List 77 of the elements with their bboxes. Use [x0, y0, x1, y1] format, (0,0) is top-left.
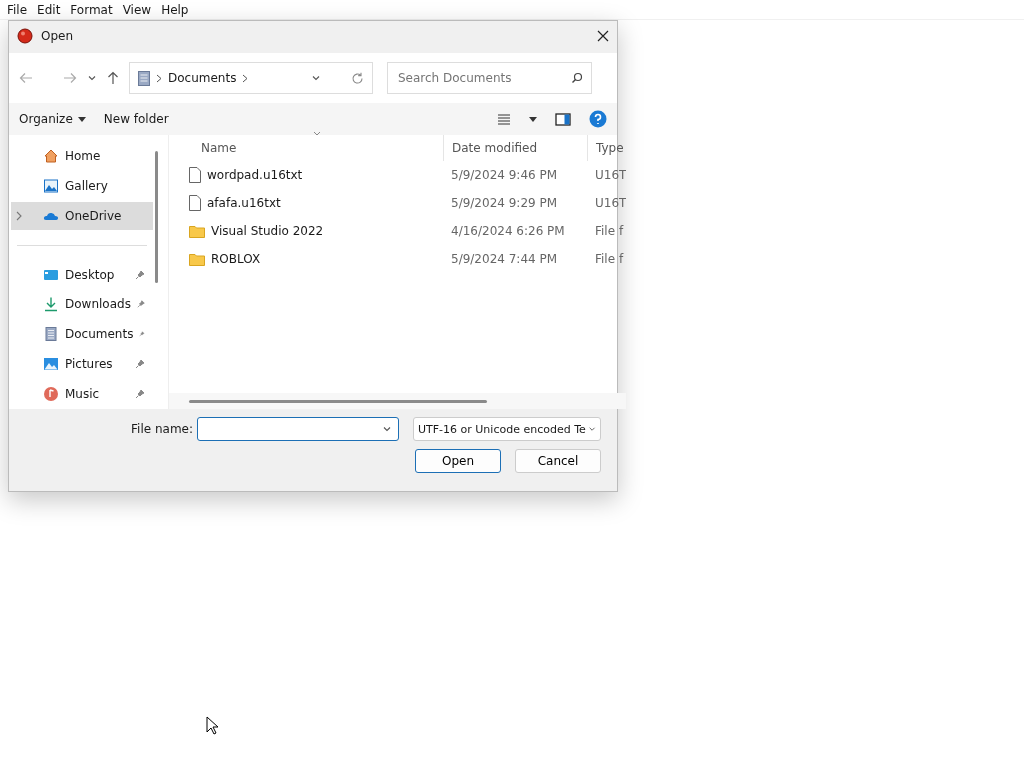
dialog-button[interactable]: Cancel: [515, 449, 601, 473]
chevron-icon: [156, 73, 162, 83]
column-header[interactable]: Type: [587, 135, 627, 161]
date-cell-text: 5/9/2024 9:29 PM: [450, 196, 559, 210]
file-name[interactable]: afafa.u16txt: [207, 196, 281, 210]
nav-item[interactable]: Desktop: [11, 260, 153, 289]
type-cell-text: U16T: [594, 168, 627, 182]
column-header[interactable]: Date modified: [443, 135, 587, 161]
list-view-icon[interactable]: [497, 113, 511, 125]
document-icon: [43, 326, 59, 343]
pin-icon: [135, 389, 145, 400]
window-title: Open: [41, 29, 75, 43]
file-name-label: File name:: [131, 422, 193, 436]
file-type-dropdown[interactable]: UTF-16 or Unicode encoded Te: [413, 417, 601, 441]
nav-item[interactable]: Documents: [11, 320, 153, 349]
date-cell-text: 5/9/2024 7:44 PM: [450, 252, 559, 266]
file-icon: [189, 195, 201, 211]
gallery-icon: [43, 177, 59, 194]
refresh-icon[interactable]: [351, 71, 364, 85]
nav-item[interactable]: Pictures: [11, 350, 153, 379]
nav-item[interactable]: Gallery: [11, 171, 153, 200]
scrollbar-thumb[interactable]: [155, 151, 158, 283]
document-icon: [138, 70, 150, 86]
type-cell-text: File f: [594, 224, 625, 238]
menu-item[interactable]: Format: [65, 2, 118, 17]
search-icon: [571, 72, 583, 84]
address-bar[interactable]: Documents: [129, 62, 373, 94]
dropdown-icon: [382, 424, 392, 434]
menu-item[interactable]: Help: [156, 2, 194, 17]
pin-icon: [135, 359, 145, 370]
caret-icon[interactable]: [529, 116, 537, 122]
help-icon[interactable]: [589, 110, 607, 128]
file-icon: [189, 167, 201, 183]
app-icon: [17, 28, 33, 44]
mouse-pointer-icon: [206, 716, 220, 736]
close-icon[interactable]: [597, 30, 609, 42]
dropdown-icon: [311, 73, 321, 83]
preview-pane-icon[interactable]: [555, 112, 571, 126]
home-icon: [43, 147, 59, 164]
recent-locations-icon: [87, 73, 97, 83]
new-folder-button[interactable]: New folder: [103, 112, 169, 126]
search-field[interactable]: Search Documents: [396, 70, 571, 86]
forward-icon[interactable]: [63, 72, 77, 84]
organize-button[interactable]: Organize: [19, 112, 86, 126]
download-icon: [43, 296, 59, 313]
file-name[interactable]: ROBLOX: [211, 252, 261, 266]
search-box[interactable]: Search Documents: [387, 62, 592, 94]
expand-icon[interactable]: [15, 210, 23, 221]
menu-item[interactable]: Edit: [32, 2, 66, 17]
nav-item[interactable]: Music: [11, 380, 153, 409]
nav-item[interactable]: Home: [11, 142, 153, 170]
back-icon[interactable]: [19, 72, 33, 84]
menu-item[interactable]: File: [2, 2, 33, 17]
type-cell-text: File f: [594, 252, 625, 266]
date-cell-text: 5/9/2024 9:46 PM: [450, 168, 559, 182]
file-name[interactable]: Visual Studio 2022: [211, 224, 324, 238]
nav-item[interactable]: OneDrive: [11, 201, 153, 230]
file-name[interactable]: wordpad.u16txt: [207, 168, 303, 182]
chevron-icon: [242, 73, 249, 83]
pin-icon: [136, 299, 145, 310]
folder-icon: [189, 252, 205, 266]
pin-icon: [135, 269, 145, 280]
pictures-icon: [43, 356, 59, 373]
menu-item[interactable]: View: [117, 2, 157, 17]
dialog-button[interactable]: Open: [415, 449, 501, 473]
sort-icon: [313, 131, 321, 136]
caret-icon: [77, 116, 86, 122]
folder-icon: [189, 224, 205, 238]
scrollbar-thumb[interactable]: [189, 399, 487, 403]
breadcrumb[interactable]: Documents: [168, 71, 237, 85]
music-icon: [43, 386, 59, 403]
date-cell-text: 4/16/2024 6:26 PM: [450, 224, 566, 238]
column-header[interactable]: Name: [169, 135, 443, 161]
nav-item[interactable]: Downloads: [11, 290, 153, 319]
up-icon[interactable]: [107, 71, 119, 85]
type-cell-text: U16T: [594, 196, 627, 210]
file-name-field[interactable]: [197, 417, 399, 441]
